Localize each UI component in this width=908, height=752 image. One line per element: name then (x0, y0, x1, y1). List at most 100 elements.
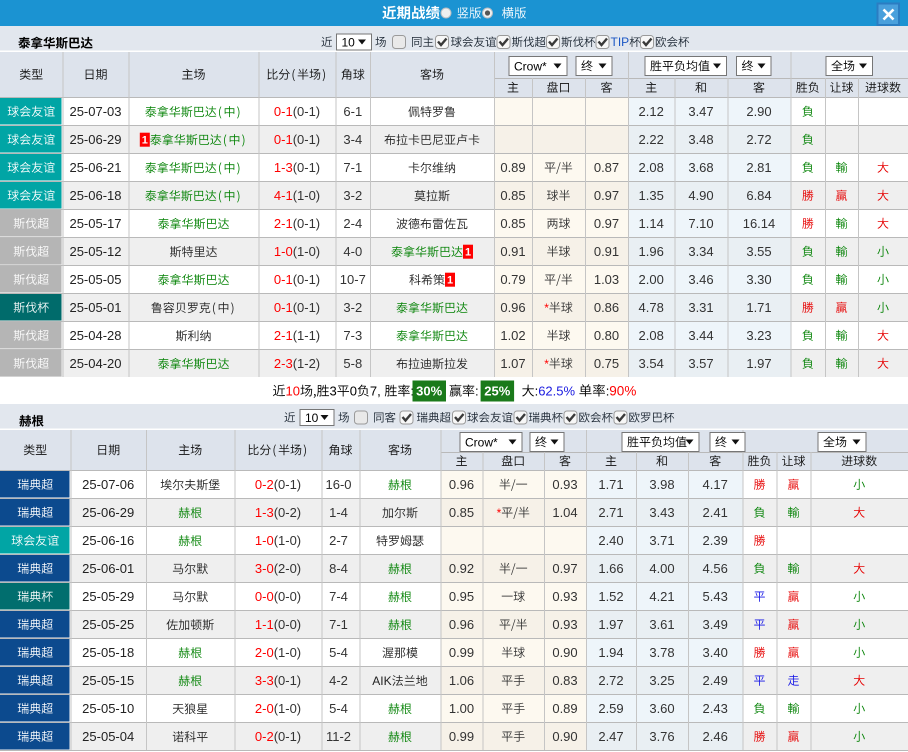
svg-text:25%: 25% (484, 384, 510, 399)
svg-text:25-07-06: 25-07-06 (82, 477, 134, 492)
svg-text:4-1: 4-1 (274, 188, 293, 203)
svg-text:25-06-18: 25-06-18 (69, 188, 121, 203)
svg-text:0.91: 0.91 (500, 244, 525, 259)
svg-text:Crow*: Crow* (465, 435, 498, 449)
svg-text:(0-1): (0-1) (274, 477, 301, 492)
svg-text:1: 1 (447, 275, 453, 287)
svg-text:16.14: 16.14 (743, 216, 776, 231)
svg-text:1.02: 1.02 (500, 328, 525, 343)
svg-text:3.44: 3.44 (688, 328, 713, 343)
svg-text:3.98: 3.98 (649, 477, 674, 492)
svg-text:2.41: 2.41 (703, 505, 728, 520)
svg-text:TIP: TIP (611, 35, 630, 49)
svg-text:(1-0): (1-0) (274, 645, 301, 660)
svg-text:(0-1): (0-1) (293, 104, 320, 119)
svg-text:3.40: 3.40 (703, 645, 728, 660)
svg-text:4.78: 4.78 (639, 300, 664, 315)
svg-text:1.52: 1.52 (598, 589, 623, 604)
svg-text:3.60: 3.60 (649, 701, 674, 716)
svg-text:3.49: 3.49 (703, 617, 728, 632)
svg-text:3.61: 3.61 (649, 617, 674, 632)
svg-text:25-07-03: 25-07-03 (69, 104, 121, 119)
svg-text:3.47: 3.47 (688, 104, 713, 119)
svg-text:2.08: 2.08 (639, 160, 664, 175)
svg-text:3.30: 3.30 (746, 272, 771, 287)
svg-text:25-05-18: 25-05-18 (82, 645, 134, 660)
svg-text:0-2: 0-2 (255, 729, 274, 744)
svg-text:0.85: 0.85 (500, 188, 525, 203)
svg-text:0.86: 0.86 (594, 300, 619, 315)
svg-text:4-2: 4-2 (329, 673, 348, 688)
svg-text:0-1: 0-1 (274, 300, 293, 315)
svg-text:1-4: 1-4 (329, 505, 348, 520)
svg-text:(2-0): (2-0) (274, 561, 301, 576)
svg-text:0.96: 0.96 (449, 617, 474, 632)
svg-text:4.56: 4.56 (703, 561, 728, 576)
svg-text:62.5%: 62.5% (538, 384, 575, 399)
svg-text:2-3: 2-3 (274, 356, 293, 371)
svg-text:(1-1): (1-1) (293, 328, 320, 343)
svg-text:(1-2): (1-2) (293, 356, 320, 371)
svg-text:25-05-12: 25-05-12 (69, 244, 121, 259)
svg-text:(0-1): (0-1) (293, 300, 320, 315)
svg-text:0.93: 0.93 (552, 477, 577, 492)
svg-text:1.97: 1.97 (598, 617, 623, 632)
svg-text:25-06-29: 25-06-29 (69, 132, 121, 147)
svg-text:3.55: 3.55 (746, 244, 771, 259)
svg-text:1.96: 1.96 (639, 244, 664, 259)
svg-text:1.97: 1.97 (746, 356, 771, 371)
svg-text:1.66: 1.66 (598, 561, 623, 576)
svg-text:0.83: 0.83 (552, 673, 577, 688)
svg-text:0.91: 0.91 (594, 244, 619, 259)
svg-text:2.72: 2.72 (598, 673, 623, 688)
svg-text:2.47: 2.47 (598, 729, 623, 744)
svg-text:(0-1): (0-1) (274, 729, 301, 744)
svg-text:1.35: 1.35 (639, 188, 664, 203)
svg-text:16-0: 16-0 (325, 477, 351, 492)
svg-text:1-0: 1-0 (274, 244, 293, 259)
svg-text:2.71: 2.71 (598, 505, 623, 520)
svg-text:25-06-01: 25-06-01 (82, 561, 134, 576)
svg-text:2.49: 2.49 (703, 673, 728, 688)
svg-text:0.97: 0.97 (594, 216, 619, 231)
svg-text:*: * (544, 357, 549, 371)
svg-text:0.99: 0.99 (449, 729, 474, 744)
svg-text:3.54: 3.54 (639, 356, 664, 371)
svg-text:25-05-15: 25-05-15 (82, 673, 134, 688)
svg-text:10: 10 (305, 411, 319, 425)
svg-text:2.43: 2.43 (703, 701, 728, 716)
svg-text:7,: 7, (370, 384, 381, 399)
svg-text:7-1: 7-1 (329, 617, 348, 632)
svg-text:0.92: 0.92 (449, 561, 474, 576)
svg-text:3-2: 3-2 (343, 300, 362, 315)
svg-text:2.08: 2.08 (639, 328, 664, 343)
svg-text:1.00: 1.00 (449, 701, 474, 716)
svg-text:25-05-10: 25-05-10 (82, 701, 134, 716)
svg-text:(0-1): (0-1) (274, 673, 301, 688)
svg-text:1.94: 1.94 (598, 645, 623, 660)
svg-text:2-0: 2-0 (255, 645, 274, 660)
svg-text:25-05-05: 25-05-05 (69, 272, 121, 287)
svg-text:4.90: 4.90 (688, 188, 713, 203)
svg-text:3.43: 3.43 (649, 505, 674, 520)
svg-text:25-06-16: 25-06-16 (82, 533, 134, 548)
svg-text:*: * (497, 506, 502, 520)
svg-text:(0-0): (0-0) (274, 589, 301, 604)
svg-text:(0-1): (0-1) (293, 160, 320, 175)
svg-text:1: 1 (465, 247, 471, 259)
svg-text::: : (475, 384, 479, 399)
svg-text:0-1: 0-1 (274, 132, 293, 147)
svg-text:3.34: 3.34 (688, 244, 713, 259)
svg-text:3-3: 3-3 (255, 673, 274, 688)
svg-text:3.46: 3.46 (688, 272, 713, 287)
svg-text:1.04: 1.04 (552, 505, 577, 520)
svg-text:11-2: 11-2 (326, 729, 351, 744)
svg-text:10-7: 10-7 (340, 272, 366, 287)
svg-text:0.89: 0.89 (500, 160, 525, 175)
svg-text:6.84: 6.84 (746, 188, 771, 203)
svg-text:1.06: 1.06 (449, 673, 474, 688)
svg-text:(0-0): (0-0) (274, 617, 301, 632)
svg-text:(0-1): (0-1) (293, 272, 320, 287)
svg-text:25-06-29: 25-06-29 (82, 505, 134, 520)
svg-text:1-3: 1-3 (274, 160, 293, 175)
